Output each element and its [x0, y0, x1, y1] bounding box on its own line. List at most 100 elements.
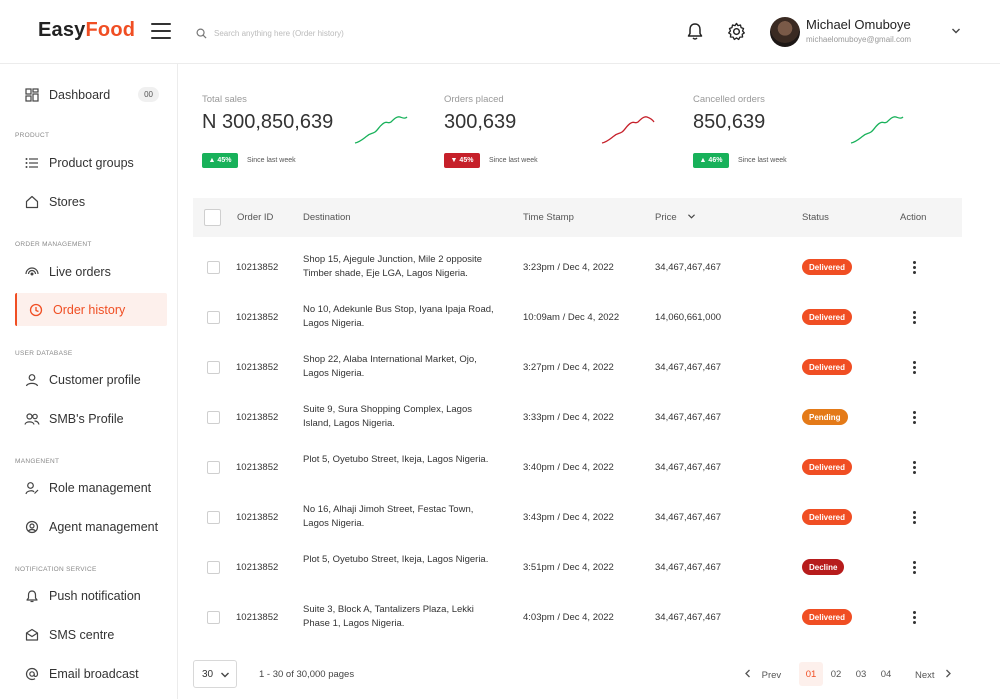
live-icon — [23, 263, 41, 281]
per-page-select[interactable]: 30 — [193, 660, 237, 688]
next-page-button[interactable]: Next — [915, 669, 952, 681]
more-options-icon[interactable] — [909, 309, 919, 325]
stat-label: Cancelled orders — [693, 94, 765, 105]
chevron-down-icon[interactable] — [951, 27, 961, 35]
avatar[interactable] — [770, 17, 800, 47]
section-label-user-database: USER DATABASE — [15, 350, 73, 357]
sidebar-item-label: Agent management — [49, 519, 159, 534]
destination-cell: Plot 5, Oyetubo Street, Ikeja, Lagos Nig… — [303, 453, 513, 467]
gear-icon[interactable] — [727, 22, 746, 41]
page-button-01[interactable]: 01 — [799, 662, 823, 686]
more-options-icon[interactable] — [909, 609, 919, 625]
column-header-price[interactable]: Price — [655, 212, 696, 223]
destination-cell: Shop 22, Alaba International Market, Ojo… — [303, 353, 513, 381]
column-header-order-id[interactable]: Order ID — [237, 212, 273, 223]
users-icon — [23, 410, 41, 428]
sidebar-item-sms-centre[interactable]: SMS centre — [15, 618, 167, 651]
order-id-cell: 10213852 — [236, 612, 279, 623]
row-checkbox[interactable] — [207, 461, 220, 474]
sidebar-item-label: Live orders — [49, 264, 111, 279]
destination-line-1: No 10, Adekunle Bus Stop, Iyana Ipaja Ro… — [303, 304, 494, 315]
sidebar-item-live-orders[interactable]: Live orders — [15, 255, 167, 288]
sidebar-item-order-history[interactable]: Order history — [15, 293, 167, 326]
order-id-cell: 10213852 — [236, 262, 279, 273]
search-icon — [196, 28, 207, 39]
row-checkbox[interactable] — [207, 561, 220, 574]
more-options-icon[interactable] — [909, 359, 919, 375]
row-checkbox[interactable] — [207, 611, 220, 624]
destination-line-2: Lagos Nigeria. — [303, 518, 365, 529]
timestamp-cell: 3:27pm / Dec 4, 2022 — [523, 362, 614, 373]
sort-chevron-down-icon[interactable] — [687, 213, 696, 220]
table-row[interactable]: 10213852 No 10, Adekunle Bus Stop, Iyana … — [193, 297, 962, 347]
sidebar-item-role-management[interactable]: Role management — [15, 471, 167, 504]
prev-page-button[interactable]: Prev — [744, 669, 781, 681]
column-header-status[interactable]: Status — [802, 212, 829, 223]
price-cell: 34,467,467,467 — [655, 412, 722, 423]
page-button-02[interactable]: 02 — [824, 662, 848, 686]
brand-name-part2: Food — [85, 19, 136, 41]
menu-icon[interactable] — [151, 23, 171, 39]
sidebar-item-smb-profile[interactable]: SMB's Profile — [15, 402, 167, 435]
table-row[interactable]: 10213852 Shop 15, Ajegule Junction, Mile … — [193, 247, 962, 297]
top-header: EasyFood Michael Omuboye michaelomuboye@… — [0, 0, 1000, 64]
table-row[interactable]: 10213852 Suite 3, Block A, Tantalizers Pl… — [193, 597, 962, 647]
row-checkbox[interactable] — [207, 311, 220, 324]
more-options-icon[interactable] — [909, 559, 919, 575]
page-button-03[interactable]: 03 — [849, 662, 873, 686]
search-bar[interactable] — [196, 25, 496, 41]
destination-cell: No 16, Alhaji Jimoh Street, Festac Town,… — [303, 503, 513, 531]
timestamp-cell: 10:09am / Dec 4, 2022 — [523, 312, 620, 323]
arrow-down-icon: ▼ — [450, 157, 460, 164]
sidebar-item-customer-profile[interactable]: Customer profile — [15, 363, 167, 396]
sidebar-item-label: Customer profile — [49, 372, 141, 387]
sidebar-item-agent-management[interactable]: Agent management — [15, 510, 167, 543]
prev-label: Prev — [761, 670, 782, 681]
table-row[interactable]: 10213852 No 16, Alhaji Jimoh Street, Fest… — [193, 497, 962, 547]
destination-line-2: Timber shade, Eje LGA, Lagos Nigeria. — [303, 268, 468, 279]
more-options-icon[interactable] — [909, 509, 919, 525]
table-row[interactable]: 10213852 Plot 5, Oyetubo Street, Ikeja, L… — [193, 547, 962, 597]
select-all-checkbox[interactable] — [204, 209, 221, 226]
more-options-icon[interactable] — [909, 459, 919, 475]
table-row[interactable]: 10213852 Shop 22, Alaba International Mar… — [193, 347, 962, 397]
destination-cell: Suite 3, Block A, Tantalizers Plaza, Lek… — [303, 603, 513, 631]
stat-card-total-sales: Total sales N 300,850,639 ▲ 45% Since la… — [202, 94, 432, 174]
sparkline-icon — [850, 116, 904, 144]
sidebar-item-product-groups[interactable]: Product groups — [15, 146, 167, 179]
row-checkbox[interactable] — [207, 361, 220, 374]
sidebar-item-email-broadcast[interactable]: Email broadcast — [15, 657, 167, 690]
destination-line-1: Plot 5, Oyetubo Street, Ikeja, Lagos Nig… — [303, 554, 489, 565]
sidebar-item-label: SMB's Profile — [49, 411, 124, 426]
page-button-04[interactable]: 04 — [874, 662, 898, 686]
column-header-price-label: Price — [655, 212, 677, 223]
destination-line-2: Phase 1, Lagos Nigeria. — [303, 618, 405, 629]
table-row[interactable]: 10213852 Plot 5, Oyetubo Street, Ikeja, L… — [193, 447, 962, 497]
row-checkbox[interactable] — [207, 411, 220, 424]
sidebar-item-dashboard[interactable]: Dashboard 00 — [15, 78, 167, 111]
search-input[interactable] — [214, 28, 474, 38]
dashboard-count-badge: 00 — [138, 87, 159, 102]
brand-logo[interactable]: EasyFood — [38, 19, 135, 42]
sidebar-item-stores[interactable]: Stores — [15, 185, 167, 218]
status-badge: Pending — [802, 409, 848, 425]
sidebar-item-label: Dashboard — [49, 87, 111, 102]
stat-card-orders-placed: Orders placed 300,639 ▼ 45% Since last w… — [444, 94, 674, 174]
destination-cell: No 10, Adekunle Bus Stop, Iyana Ipaja Ro… — [303, 303, 513, 331]
column-header-destination[interactable]: Destination — [303, 212, 351, 223]
change-value: 45% — [459, 157, 474, 164]
sidebar-item-push-notification[interactable]: Push notification — [15, 579, 167, 612]
order-id-cell: 10213852 — [236, 312, 279, 323]
row-checkbox[interactable] — [207, 261, 220, 274]
more-options-icon[interactable] — [909, 259, 919, 275]
user-email: michaelomuboye@gmail.com — [806, 35, 912, 44]
sidebar: Dashboard 00 PRODUCT Product groups Stor… — [0, 64, 178, 699]
timestamp-cell: 3:43pm / Dec 4, 2022 — [523, 512, 614, 523]
home-icon — [23, 193, 41, 211]
column-header-timestamp[interactable]: Time Stamp — [523, 212, 574, 223]
more-options-icon[interactable] — [909, 409, 919, 425]
per-page-value: 30 — [202, 668, 214, 680]
table-row[interactable]: 10213852 Suite 9, Sura Shopping Complex, … — [193, 397, 962, 447]
bell-icon[interactable] — [686, 22, 704, 41]
row-checkbox[interactable] — [207, 511, 220, 524]
